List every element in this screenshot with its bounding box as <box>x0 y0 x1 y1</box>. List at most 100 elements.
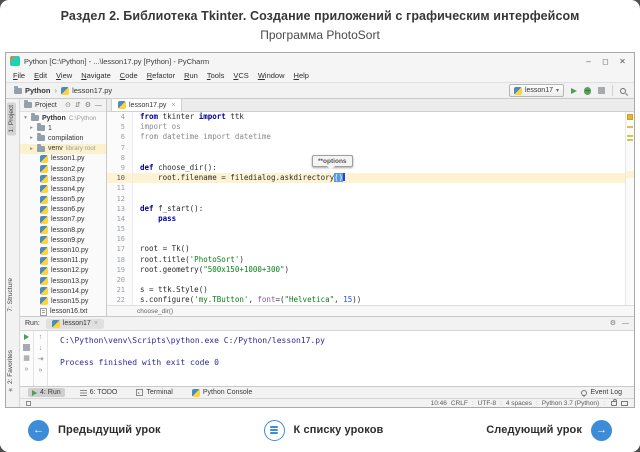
menu-view[interactable]: View <box>56 71 72 80</box>
tree-item-lesson2-py[interactable]: lesson2.py <box>20 164 106 174</box>
toolwindow-button-4-run[interactable]: 4: Run <box>28 388 65 397</box>
gear-icon[interactable]: ⚙ <box>610 320 616 327</box>
prev-lesson-button[interactable]: ← Предыдущий урок <box>28 420 161 441</box>
debug-button[interactable] <box>584 87 591 95</box>
close-button[interactable]: ✕ <box>615 57 630 66</box>
run-tab-lesson17[interactable]: lesson17 × <box>46 319 104 329</box>
toolwindow-toggle-icon[interactable] <box>26 401 31 406</box>
code-line-16: 16 <box>107 234 634 244</box>
menu-tools[interactable]: Tools <box>207 71 225 80</box>
scroll-up-icon[interactable]: ↑ <box>39 334 43 341</box>
code-text <box>133 183 140 193</box>
stop-process-button[interactable] <box>23 344 30 351</box>
run-button[interactable] <box>571 88 577 94</box>
rerun-button[interactable] <box>24 334 29 340</box>
toolwindow-button-structure[interactable]: 7: Structure <box>7 278 14 312</box>
close-tab-icon[interactable]: × <box>171 102 175 109</box>
tree-item-label: lesson6.py <box>51 206 84 213</box>
tree-item-lesson14-py[interactable]: lesson14.py <box>20 286 106 296</box>
minimize-button[interactable]: – <box>581 57 596 66</box>
tree-item-lesson6-py[interactable]: lesson6.py <box>20 205 106 215</box>
toolwindow-button-terminal[interactable]: Terminal <box>132 388 176 397</box>
pycharm-logo-icon <box>10 56 20 66</box>
toolwindow-button-python-console[interactable]: Python Console <box>188 388 256 398</box>
soft-wrap-icon[interactable]: ⇥ <box>38 356 44 363</box>
code-text: root.geometry("500x150+1000+300") <box>133 265 289 275</box>
line-number: 5 <box>107 122 133 132</box>
toolwindow-button-6-todo[interactable]: 6: TODO <box>76 388 122 397</box>
tree-item-lesson8-py[interactable]: lesson8.py <box>20 225 106 235</box>
caret-position[interactable]: 10:46 <box>431 400 447 407</box>
status-item[interactable]: Python 3.7 (Python): <box>542 400 605 407</box>
tree-item-lesson12-py[interactable]: lesson12.py <box>20 266 106 276</box>
run-configuration-select[interactable]: lesson17 ▾ <box>509 84 564 97</box>
code-text <box>133 224 140 234</box>
menu-window[interactable]: Window <box>258 71 285 80</box>
lock-icon[interactable] <box>611 401 617 406</box>
hide-panel-icon[interactable]: — <box>95 102 102 109</box>
more-actions-icon[interactable]: » <box>39 367 43 374</box>
editor-scrollbar[interactable] <box>625 112 634 305</box>
maximize-button[interactable]: ◻ <box>598 57 613 66</box>
toolwindow-button-project[interactable]: 1: Project <box>7 102 16 135</box>
status-item[interactable]: 4 spaces: <box>506 400 538 407</box>
next-lesson-button[interactable]: Следующий урок → <box>486 420 612 441</box>
breadcrumb-file[interactable]: lesson17.py <box>61 86 112 95</box>
tree-item-1[interactable]: ▸1 <box>20 123 106 133</box>
tree-item-venv[interactable]: ▸venvlibrary root <box>20 144 106 154</box>
menu-vcs[interactable]: VCS <box>233 71 248 80</box>
line-number: 12 <box>107 194 133 204</box>
inspections-indicator[interactable] <box>627 114 633 120</box>
menu-edit[interactable]: Edit <box>34 71 47 80</box>
status-item[interactable]: UTF-8: <box>478 400 502 407</box>
project-panel-header: Project ⊙ ⇵ ⚙ — <box>20 99 106 112</box>
code-line-14: 14 pass <box>107 214 634 224</box>
status-item[interactable]: CRLF: <box>451 400 474 407</box>
tree-item-lesson7-py[interactable]: lesson7.py <box>20 215 106 225</box>
collapse-all-icon[interactable]: ⇵ <box>75 102 81 109</box>
tree-item-lesson9-py[interactable]: lesson9.py <box>20 235 106 245</box>
tree-item-lesson11-py[interactable]: lesson11.py <box>20 256 106 266</box>
stop-button[interactable] <box>598 87 605 94</box>
hide-panel-icon[interactable]: — <box>622 320 629 327</box>
tree-item-python[interactable]: ▾PythonC:\Python <box>20 113 106 123</box>
tree-item-lesson15-py[interactable]: lesson15.py <box>20 296 106 306</box>
menu-file[interactable]: File <box>13 71 25 80</box>
menu-run[interactable]: Run <box>184 71 198 80</box>
locate-icon[interactable]: ⊙ <box>65 102 71 109</box>
close-tab-icon[interactable]: × <box>94 320 98 327</box>
editor-context-bar: choose_dir() <box>107 305 634 316</box>
python-file-icon <box>40 185 48 193</box>
chevron-icon: ▸ <box>29 135 34 141</box>
lessons-list-button[interactable]: К списку уроков <box>264 420 384 441</box>
more-actions-icon[interactable]: » <box>25 366 29 373</box>
code-line-10: 10 root.filename = filedialog.askdirecto… <box>107 173 634 183</box>
event-log-button[interactable]: Event Log <box>577 388 626 397</box>
editor-tab-lesson17[interactable]: lesson17.py × <box>111 98 182 111</box>
tree-item-lesson5-py[interactable]: lesson5.py <box>20 195 106 205</box>
screen-reader-icon[interactable] <box>621 401 628 406</box>
restore-layout-icon[interactable]: ▦ <box>23 355 30 362</box>
scroll-down-icon[interactable]: ↓ <box>39 345 43 352</box>
gear-icon[interactable]: ⚙ <box>85 102 91 109</box>
tree-item-compilation[interactable]: ▸compilation <box>20 133 106 143</box>
line-number: 16 <box>107 234 133 244</box>
tree-item-lesson13-py[interactable]: lesson13.py <box>20 276 106 286</box>
tree-item-lesson10-py[interactable]: lesson10.py <box>20 245 106 255</box>
tree-item-lesson16-txt[interactable]: lesson16.txt <box>20 307 106 316</box>
menu-refactor[interactable]: Refactor <box>147 71 175 80</box>
tree-item-lesson3-py[interactable]: lesson3.py <box>20 174 106 184</box>
menu-help[interactable]: Help <box>294 71 309 80</box>
search-everywhere-button[interactable] <box>620 88 626 94</box>
console-line: C:\Python\venv\Scripts\python.exe C:/Pyt… <box>60 335 634 346</box>
code-area[interactable]: 4from tkinter import ttk5import os6from … <box>107 112 634 305</box>
menu-navigate[interactable]: Navigate <box>81 71 111 80</box>
toolwindow-button-favorites[interactable]: ★2: Favorites <box>7 350 14 393</box>
chevron-icon: ▸ <box>29 125 34 131</box>
tree-item-lesson1-py[interactable]: lesson1.py <box>20 154 106 164</box>
tree-item-lesson4-py[interactable]: lesson4.py <box>20 184 106 194</box>
breadcrumb-project[interactable]: Python <box>14 86 50 95</box>
run-console-output[interactable]: C:\Python\venv\Scripts\python.exe C:/Pyt… <box>48 331 634 386</box>
menu-code[interactable]: Code <box>120 71 138 80</box>
code-line-19: 19root.geometry("500x150+1000+300") <box>107 265 634 275</box>
